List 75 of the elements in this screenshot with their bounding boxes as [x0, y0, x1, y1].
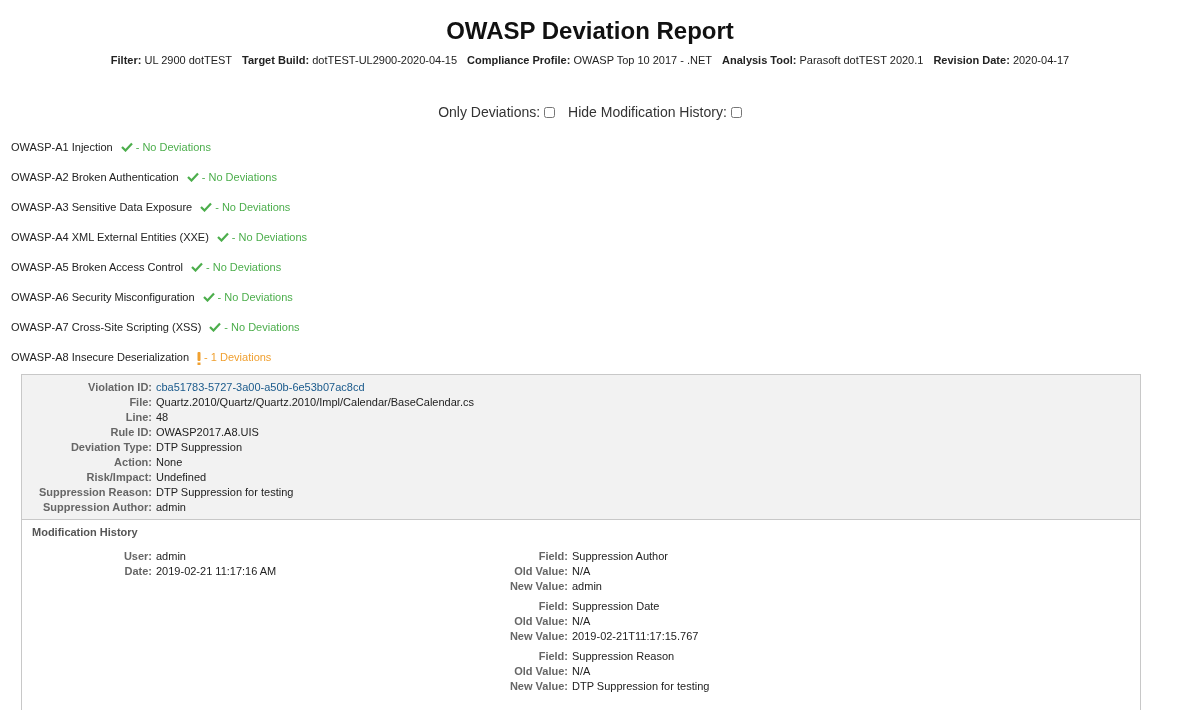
field-label: New Value:: [508, 679, 569, 694]
field-value: Quartz.2010/Quartz/Quartz.2010/Impl/Calendar/BaseCalendar.cs: [156, 395, 474, 410]
checkmark-icon: [216, 232, 229, 242]
report-title: OWASP Deviation Report: [445, 16, 735, 46]
field-value: admin: [572, 579, 602, 594]
field-label: Field:: [537, 549, 569, 564]
field-value: OWASP2017.A8.UIS: [156, 425, 259, 440]
field-value: 2019-02-21 11:17:16 AM: [156, 564, 277, 579]
toggle-label: Only Deviations:: [438, 104, 541, 120]
status-text: - No Deviations: [135, 140, 211, 154]
field-value: DTP Suppression for testing: [572, 679, 710, 694]
status-text: - 1 Deviations: [204, 350, 272, 364]
field-label: Suppression Author:: [42, 500, 153, 515]
field-value: Suppression Date: [572, 599, 660, 614]
category-name: OWASP-A6 Security Misconfiguration: [11, 290, 195, 304]
field-value: Undefined: [156, 470, 207, 485]
field-label: Action:: [113, 455, 153, 470]
checkmark-icon: [120, 142, 133, 152]
field-label: Date:: [123, 564, 153, 579]
field-label: Field:: [537, 599, 569, 614]
category-name: OWASP-A5 Broken Access Control: [11, 260, 183, 274]
category-name: OWASP-A1 Injection: [11, 140, 113, 154]
field-value: Suppression Author: [572, 549, 668, 564]
field-value: admin: [156, 500, 186, 515]
field-label: Field:: [537, 649, 569, 664]
status-text: - No Deviations: [231, 230, 308, 244]
meta-item: Analysis Tool: Parasoft dotTEST 2020.1: [722, 54, 924, 66]
field-value: N/A: [572, 564, 591, 579]
field-label: User:: [122, 549, 153, 564]
checkmark-icon: [191, 262, 203, 272]
category-name: OWASP-A8 Insecure Deserialization: [11, 350, 190, 364]
checkmark-icon: [186, 172, 199, 182]
category-name: OWASP-A2 Broken Authentication: [11, 170, 179, 184]
checkbox[interactable]: [544, 106, 556, 118]
checkmark-icon: [202, 292, 215, 302]
exclamation-icon: [197, 352, 202, 365]
category-name: OWASP-A3 Sensitive Data Exposure: [11, 200, 193, 214]
meta-item: Revision Date: 2020-04-17: [933, 54, 1070, 66]
field-label: Old Value:: [513, 664, 569, 679]
field-value: 48: [156, 410, 169, 425]
status-text: - No Deviations: [206, 260, 282, 274]
field-label: Old Value:: [513, 614, 569, 629]
field-label: New Value:: [508, 629, 569, 644]
checkbox[interactable]: [730, 106, 742, 118]
field-value: admin: [156, 549, 186, 564]
field-label: File:: [128, 395, 153, 410]
field-value: Suppression Reason: [572, 649, 675, 664]
field-label: Violation ID:: [87, 380, 153, 395]
history-title: Modification History: [31, 526, 139, 538]
field-label: Deviation Type:: [69, 440, 153, 455]
field-label: Suppression Reason:: [37, 485, 153, 500]
meta-item: Compliance Profile: OWASP Top 10 2017 - .NET: [467, 54, 713, 66]
field-label: New Value:: [508, 579, 569, 594]
status-text: - No Deviations: [224, 320, 300, 334]
status-text: - No Deviations: [215, 200, 291, 214]
field-label: Rule ID:: [109, 425, 153, 440]
checkmark-icon: [209, 322, 222, 332]
field-label: Line:: [124, 410, 153, 425]
toggle-label: Hide Modification History:: [568, 104, 727, 120]
category-name: OWASP-A4 XML External Entities (XXE): [11, 230, 209, 244]
field-value: DTP Suppression: [156, 440, 242, 455]
violation-id-link[interactable]: cba51783-5727-3a00-a50b-6e53b07ac8cd: [156, 380, 365, 395]
category-name: OWASP-A7 Cross-Site Scripting (XSS): [11, 320, 202, 334]
field-value: 2019-02-21T11:17:15.767: [572, 629, 699, 644]
field-value: N/A: [572, 664, 591, 679]
field-label: Risk/Impact:: [85, 470, 153, 485]
field-value: DTP Suppression for testing: [156, 485, 294, 500]
field-value: None: [156, 455, 183, 470]
checkmark-icon: [200, 202, 213, 212]
meta-item: Target Build: dotTEST-UL2900-2020-04-15: [242, 54, 458, 66]
field-value: N/A: [572, 614, 591, 629]
status-text: - No Deviations: [217, 290, 293, 304]
status-text: - No Deviations: [201, 170, 277, 184]
field-label: Old Value:: [513, 564, 569, 579]
meta-item: Filter: UL 2900 dotTEST: [110, 54, 233, 66]
